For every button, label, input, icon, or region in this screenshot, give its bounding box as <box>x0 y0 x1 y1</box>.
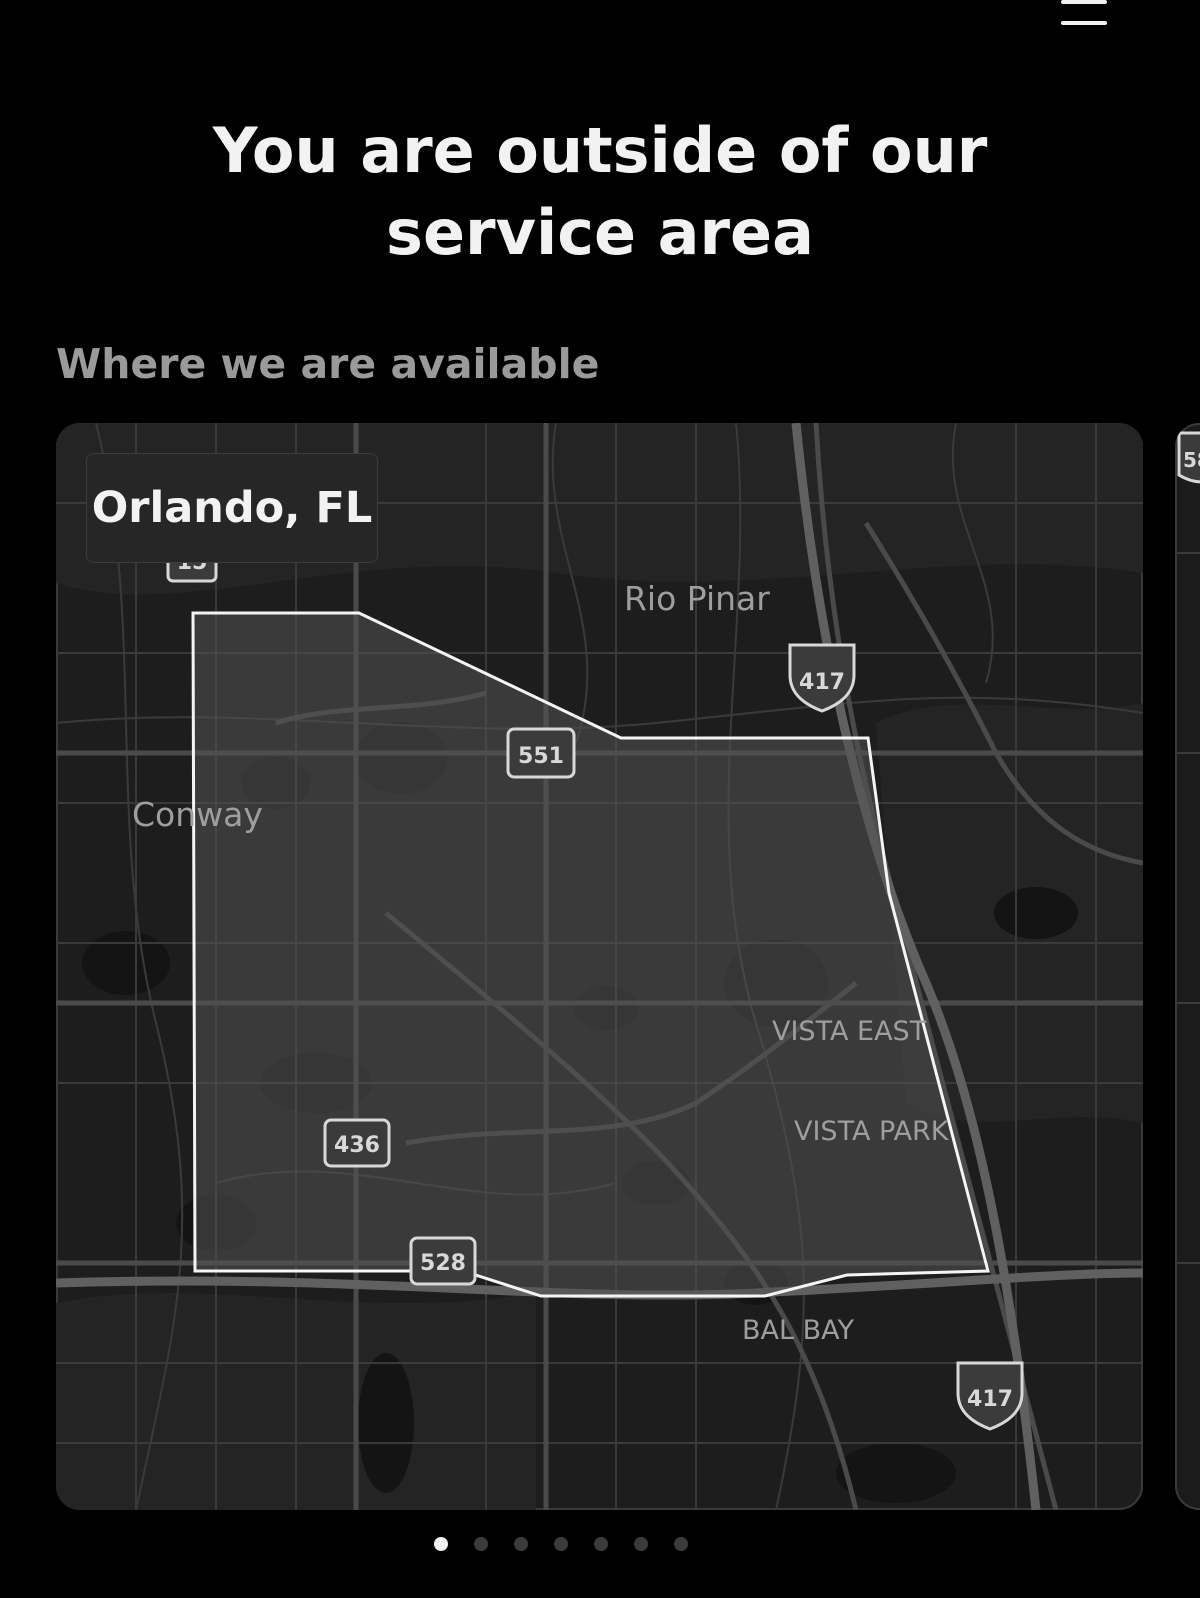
place-label-vista-park: VISTA PARK <box>794 1116 950 1147</box>
place-label-vista-east: VISTA EAST <box>772 1016 927 1047</box>
pagination-dot[interactable] <box>634 1537 648 1551</box>
route-shield-417-south: 417 <box>956 1361 1024 1431</box>
svg-text:436: 436 <box>334 1133 380 1158</box>
pagination-dot[interactable] <box>474 1537 488 1551</box>
pagination-dot[interactable] <box>554 1537 568 1551</box>
service-area-map-card[interactable]: Rio Pinar Conway VISTA EAST VISTA PARK B… <box>56 423 1143 1510</box>
svg-text:551: 551 <box>518 744 564 769</box>
place-label-rio-pinar: Rio Pinar <box>624 579 770 618</box>
next-map-card-peek[interactable]: 589 <box>1175 423 1200 1510</box>
carousel-pagination <box>0 1537 1200 1557</box>
hamburger-menu-icon <box>1061 21 1107 25</box>
section-label: Where we are available <box>56 340 600 388</box>
pagination-dot[interactable] <box>514 1537 528 1551</box>
route-shield-436: 436 <box>323 1118 391 1168</box>
svg-text:417: 417 <box>799 670 845 695</box>
page-title: You are outside of our service area <box>212 114 988 269</box>
pagination-dot[interactable] <box>434 1537 448 1551</box>
place-label-bal-bay: BAL BAY <box>742 1315 855 1346</box>
service-area-map: Rio Pinar Conway VISTA EAST VISTA PARK B… <box>56 423 1143 1510</box>
pagination-dot[interactable] <box>674 1537 688 1551</box>
svg-text:417: 417 <box>967 1387 1013 1412</box>
svg-text:589: 589 <box>1183 448 1200 472</box>
pagination-dot[interactable] <box>594 1537 608 1551</box>
route-shield-528: 528 <box>409 1236 477 1286</box>
route-shield-589-partial: 589 <box>1177 431 1200 484</box>
next-map-preview: 589 <box>1175 431 1200 1264</box>
route-shield-551: 551 <box>506 727 576 779</box>
menu-button[interactable] <box>1061 0 1107 28</box>
svg-text:528: 528 <box>420 1251 466 1276</box>
city-name: Orlando, FL <box>91 483 373 533</box>
route-shield-417: 417 <box>788 643 856 713</box>
city-badge: Orlando, FL <box>86 453 378 563</box>
hamburger-menu-icon <box>1061 0 1107 4</box>
place-label-conway: Conway <box>132 795 263 834</box>
